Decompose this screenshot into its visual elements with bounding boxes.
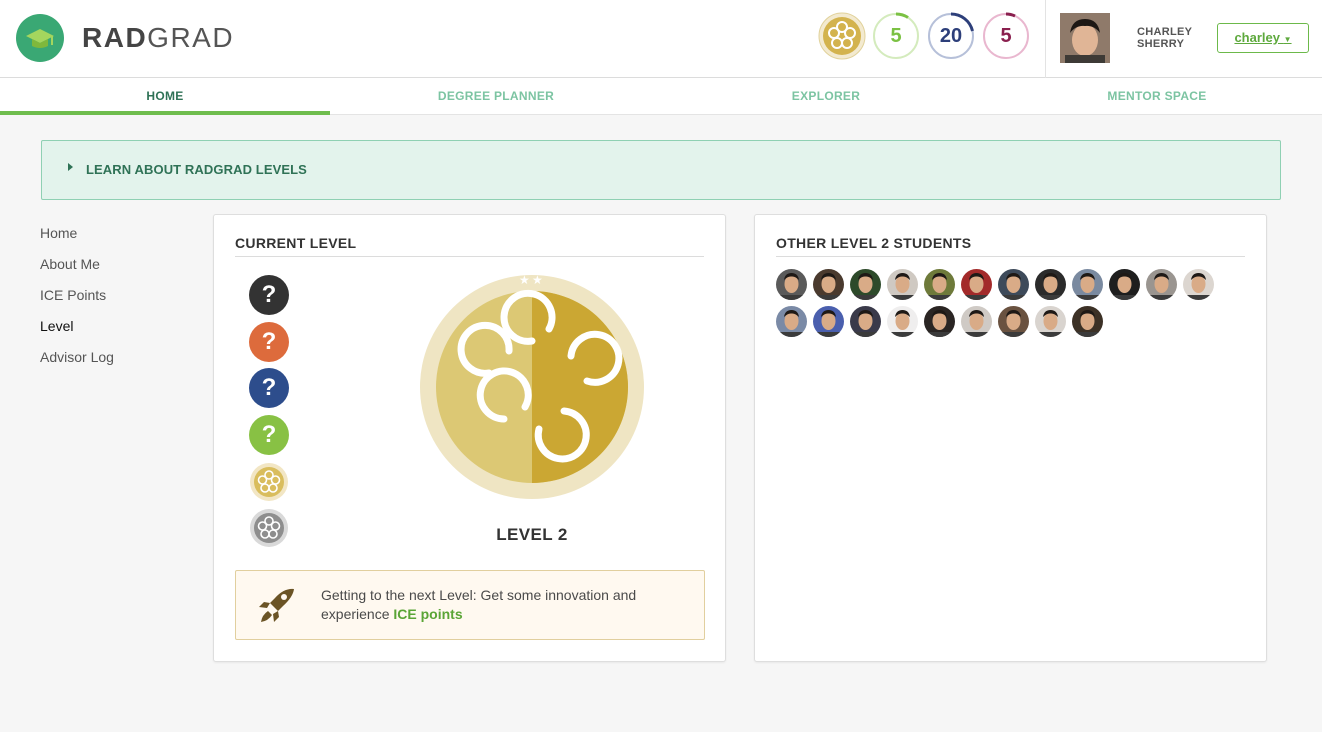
student-avatar[interactable] <box>961 306 992 337</box>
other-students-title: OTHER LEVEL 2 STUDENTS <box>776 235 1245 257</box>
student-avatar[interactable] <box>1146 269 1177 300</box>
brand-bold: RAD <box>82 22 148 53</box>
user-full-name: CHARLEY SHERRY <box>1137 26 1192 50</box>
level-3-locked-icon[interactable]: ? <box>249 322 289 362</box>
level-2-badge-icon[interactable] <box>249 462 289 502</box>
hint-text: Getting to the next Level: Get some inno… <box>321 586 681 624</box>
student-avatar[interactable] <box>813 306 844 337</box>
experience-points-badge[interactable]: 5 <box>982 12 1030 60</box>
level-4-locked-icon[interactable]: ? <box>249 368 289 408</box>
user-last-name: SHERRY <box>1137 38 1185 50</box>
svg-text:★: ★ <box>532 273 543 287</box>
level-5-locked-icon[interactable]: ? <box>249 415 289 455</box>
user-avatar[interactable] <box>1060 13 1110 63</box>
student-avatar[interactable] <box>776 306 807 337</box>
current-level-card: CURRENT LEVEL ? ? ? ? ★ ★ LEVEL 2 Gettin… <box>213 214 726 662</box>
student-avatar[interactable] <box>887 306 918 337</box>
innovation-points-value: 5 <box>890 25 902 47</box>
student-avatar[interactable] <box>887 269 918 300</box>
student-avatar[interactable] <box>813 269 844 300</box>
current-level-badge-icon: ★ ★ <box>419 271 645 506</box>
question-mark-icon: ? <box>261 281 277 308</box>
next-level-hint: Getting to the next Level: Get some inno… <box>235 570 705 640</box>
svg-text:★: ★ <box>519 273 530 287</box>
brand-light: GRAD <box>147 22 235 53</box>
student-avatar[interactable] <box>1072 269 1103 300</box>
student-avatar[interactable] <box>1183 269 1214 300</box>
tab-explorer[interactable]: EXPLORER <box>661 78 991 115</box>
user-first-name: CHARLEY <box>1137 26 1193 38</box>
student-avatar[interactable] <box>924 306 955 337</box>
user-menu-label: charley <box>1234 30 1280 45</box>
student-avatar[interactable] <box>961 269 992 300</box>
user-menu-button[interactable]: charley ▼ <box>1217 23 1309 53</box>
student-avatar[interactable] <box>850 269 881 300</box>
caret-right-icon <box>68 163 73 171</box>
competency-points-badge[interactable]: 20 <box>927 12 975 60</box>
accordion-label: LEARN ABOUT RADGRAD LEVELS <box>86 162 307 177</box>
level-1-locked-icon[interactable]: ? <box>249 275 289 315</box>
other-students-card: OTHER LEVEL 2 STUDENTS <box>754 214 1267 662</box>
student-avatar[interactable] <box>1072 306 1103 337</box>
brand-name[interactable]: RADGRAD <box>82 21 234 55</box>
student-avatar[interactable] <box>998 306 1029 337</box>
student-avatar[interactable] <box>1109 269 1140 300</box>
side-menu: Home About Me ICE Points Level Advisor L… <box>40 222 114 377</box>
level-badge-icon[interactable] <box>818 12 866 60</box>
rocket-icon <box>256 586 298 631</box>
student-avatar[interactable] <box>776 269 807 300</box>
dropdown-caret-icon: ▼ <box>1283 35 1292 44</box>
header-divider <box>1045 0 1046 78</box>
tab-home[interactable]: HOME <box>0 78 330 115</box>
tab-mentor-space[interactable]: MENTOR SPACE <box>992 78 1322 115</box>
current-level-title: CURRENT LEVEL <box>235 235 704 257</box>
question-mark-icon: ? <box>261 374 277 401</box>
level-6-badge-icon[interactable] <box>249 508 289 548</box>
student-avatar[interactable] <box>998 269 1029 300</box>
student-avatar[interactable] <box>850 306 881 337</box>
side-menu-home[interactable]: Home <box>40 222 114 253</box>
side-menu-advisor-log[interactable]: Advisor Log <box>40 346 114 377</box>
student-avatar[interactable] <box>1035 306 1066 337</box>
ice-points-link[interactable]: ICE points <box>393 606 462 622</box>
innovation-points-badge[interactable]: 5 <box>872 12 920 60</box>
student-avatar[interactable] <box>924 269 955 300</box>
learn-levels-accordion[interactable]: LEARN ABOUT RADGRAD LEVELS <box>41 140 1281 200</box>
radgrad-logo[interactable] <box>16 14 64 62</box>
experience-points-value: 5 <box>1000 25 1012 47</box>
tab-degree-planner[interactable]: DEGREE PLANNER <box>331 78 661 115</box>
main-nav: HOME DEGREE PLANNER EXPLORER MENTOR SPAC… <box>0 78 1322 115</box>
question-mark-icon: ? <box>261 328 277 355</box>
current-level-label: LEVEL 2 <box>496 525 568 544</box>
side-menu-about-me[interactable]: About Me <box>40 253 114 284</box>
top-header: RADGRAD 5 20 5 CHARLEY SHERRY charley ▼ <box>0 0 1322 78</box>
student-avatar[interactable] <box>1035 269 1066 300</box>
side-menu-level[interactable]: Level <box>40 315 114 346</box>
hint-message: Getting to the next Level: Get some inno… <box>321 587 637 622</box>
question-mark-icon: ? <box>261 421 277 448</box>
side-menu-ice-points[interactable]: ICE Points <box>40 284 114 315</box>
competency-points-value: 20 <box>939 25 963 47</box>
